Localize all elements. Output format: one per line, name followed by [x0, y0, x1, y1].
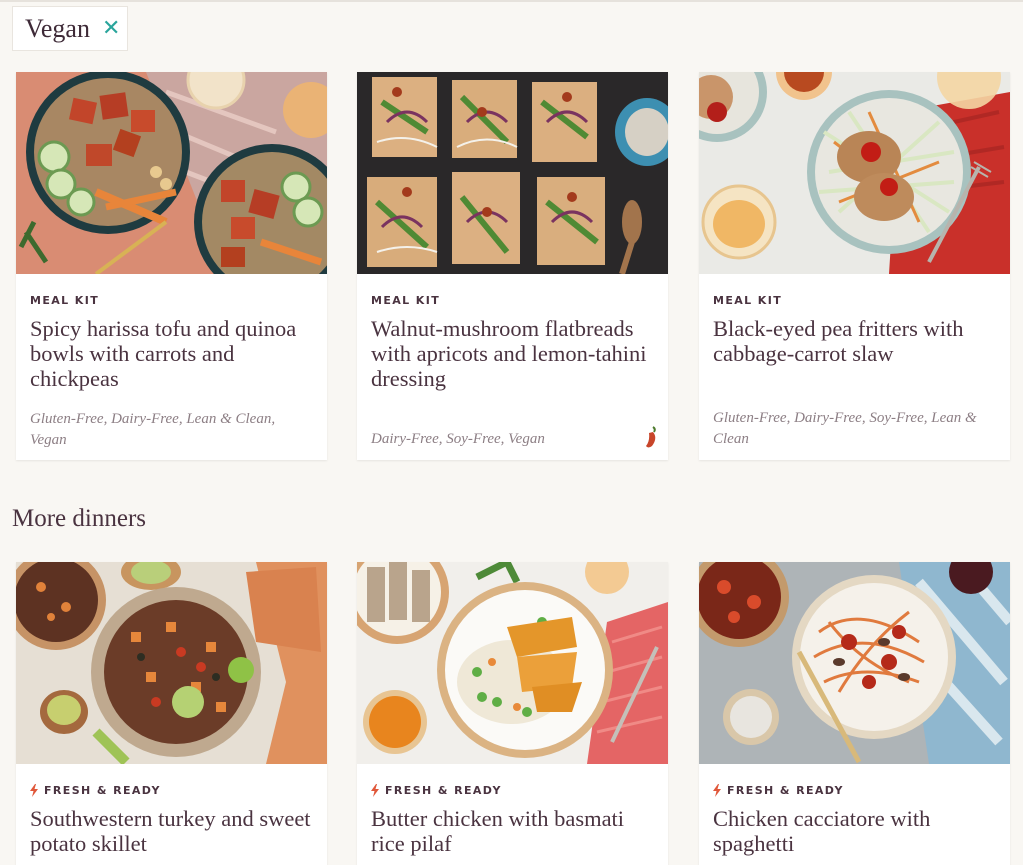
- recipe-card[interactable]: FRESH & READY Butter chicken with basmat…: [357, 562, 668, 865]
- category-text: FRESH & READY: [44, 784, 161, 797]
- category-label: MEAL KIT: [371, 294, 441, 307]
- category-text: FRESH & READY: [385, 784, 502, 797]
- lightning-icon: [713, 784, 721, 797]
- close-icon[interactable]: ✕: [102, 17, 120, 40]
- recipe-title[interactable]: Chicken cacciatore with spaghetti: [713, 806, 998, 856]
- category-label: FRESH & READY: [30, 784, 161, 797]
- recipe-card[interactable]: FRESH & READY Chicken cacciatore with sp…: [699, 562, 1010, 865]
- chili-pepper-icon: [646, 426, 656, 448]
- top-divider: [0, 0, 1023, 2]
- recipe-title[interactable]: Butter chicken with basmati rice pilaf: [371, 806, 656, 856]
- diet-tags: Gluten-Free, Dairy-Free, Soy-Free, Lean …: [713, 410, 977, 447]
- recipe-card[interactable]: MEAL KIT Walnut-mushroom flatbreads with…: [357, 72, 668, 460]
- recipe-title[interactable]: Walnut-mushroom flatbreads with apricots…: [371, 316, 656, 391]
- category-label: FRESH & READY: [713, 784, 844, 797]
- recipe-title[interactable]: Black-eyed pea fritters with cabbage-car…: [713, 316, 998, 366]
- flatbread-photo: [357, 72, 668, 274]
- filter-chip-label: Vegan: [25, 13, 90, 43]
- diet-tags: Gluten-Free, Dairy-Free, Lean & Clean, V…: [30, 411, 276, 448]
- tofu-bowl-photo: [16, 72, 327, 274]
- category-text: FRESH & READY: [727, 784, 844, 797]
- recipe-card[interactable]: MEAL KIT Black-eyed pea fritters with ca…: [699, 72, 1010, 460]
- recipe-title[interactable]: Spicy harissa tofu and quinoa bowls with…: [30, 316, 315, 391]
- category-label: MEAL KIT: [713, 294, 783, 307]
- filter-chip-vegan[interactable]: Vegan ✕: [12, 6, 128, 51]
- category-label: FRESH & READY: [371, 784, 502, 797]
- diet-tags: Dairy-Free, Soy-Free, Vegan: [371, 431, 545, 447]
- recipe-card[interactable]: FRESH & READY Southwestern turkey and sw…: [16, 562, 327, 865]
- butter-chicken-photo: [357, 562, 668, 764]
- fritters-photo: [699, 72, 1010, 274]
- cacciatore-photo: [699, 562, 1010, 764]
- lightning-icon: [30, 784, 38, 797]
- section-heading-more-dinners: More dinners: [12, 505, 146, 532]
- lightning-icon: [371, 784, 379, 797]
- category-label: MEAL KIT: [30, 294, 100, 307]
- recipe-card[interactable]: MEAL KIT Spicy harissa tofu and quinoa b…: [16, 72, 327, 460]
- recipe-title[interactable]: Southwestern turkey and sweet potato ski…: [30, 806, 315, 856]
- turkey-skillet-photo: [16, 562, 327, 764]
